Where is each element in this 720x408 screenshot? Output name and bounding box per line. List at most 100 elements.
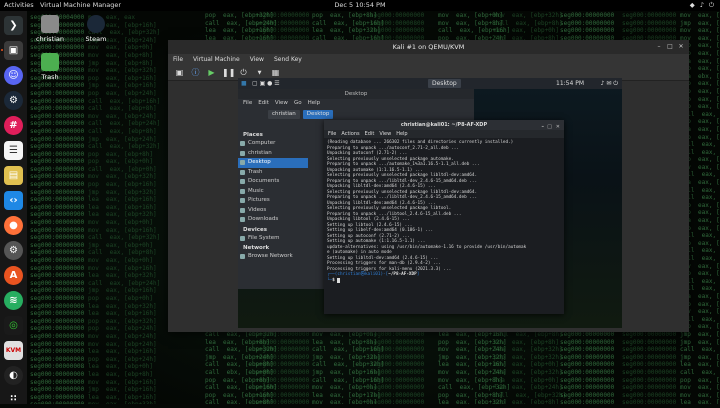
menu-view[interactable]: View [250,54,264,65]
menu-file[interactable]: File [173,54,183,65]
prompt-input-line[interactable]: └─$ [327,277,561,284]
snapshot-icon[interactable]: ▦ [270,68,281,78]
home-folder-desktop-icon[interactable]: christian [30,15,70,43]
radio-icon[interactable]: ◎ [4,316,23,335]
fm-pathbar: christian Desktop [238,108,474,120]
folder-icon [240,217,245,222]
app-menu[interactable]: Virtual Machine Manager [40,0,121,11]
term-menu-view[interactable]: View [379,130,391,138]
sidebar-item-label: Downloads [248,216,279,222]
path-crumb-christian[interactable]: christian [268,109,300,119]
path-crumb-desktop[interactable]: Desktop [302,109,334,119]
sidebar-item-documents[interactable]: Documents [238,177,308,187]
window-title: Kali #1 on QEMU/KVM [392,43,465,51]
slack-icon[interactable]: # [4,116,23,135]
sidebar-item-videos[interactable]: Videos [238,206,308,216]
folder-icon [240,188,245,194]
trash-icon [41,53,59,71]
system-tray[interactable]: ◆ ♪ ⏻ [690,0,714,11]
term-menu-file[interactable]: File [328,130,336,138]
shutdown-menu-icon[interactable]: ▼ [254,68,265,78]
firefox-icon[interactable]: ● [4,216,23,235]
devices-heading: Devices [243,226,268,233]
network-icon [240,254,245,259]
sidebar-item-label: Computer [248,140,276,146]
volume-icon: ♪ [699,1,704,9]
shutdown-icon[interactable]: ⏻ [238,68,249,78]
kali-menu-icon[interactable]: ■ [241,78,247,89]
sidebar-item-label: Pictures [248,197,270,203]
discord-icon[interactable]: ☺ [4,66,23,85]
show-apps-icon[interactable]: ∷ [4,389,23,408]
panel-launchers[interactable]: ▢ ▣ ● ☰ [252,78,280,89]
pause-icon[interactable]: ❚❚ [222,68,235,78]
prompt-user: christian㉿kali01 [337,272,381,277]
activities-button[interactable]: Activities [4,0,34,11]
places-heading: Places [243,132,263,138]
settings-icon[interactable]: ⚙ [4,241,23,260]
fm-menu-help[interactable]: Help [308,99,321,108]
sidebar-item-computer[interactable]: Computer [238,139,308,149]
steam-desktop-icon[interactable]: Steam [76,15,116,43]
fm-sidebar: Places Computer christian Desktop Trash … [238,130,308,262]
terminal-titlebar[interactable]: christian@kali01: ~/P8-AF-XDP – □ ✕ [324,120,564,130]
sidebar-item-downloads[interactable]: Downloads [238,215,308,225]
folder-icon [240,207,245,213]
sidebar-item-filesystem[interactable]: File System [238,234,308,244]
virt-manager-window: Kali #1 on QEMU/KVM – □ ✕ File Virtual M… [168,40,689,332]
console-icon[interactable]: ▣ [174,68,185,78]
files-icon[interactable]: ☰ [4,141,23,160]
sidebar-item-trash[interactable]: Trash [238,168,308,178]
clock[interactable]: Dec 5 10:54 PM [330,0,390,11]
minimize-icon[interactable]: – [655,43,663,51]
folder-icon [240,198,245,203]
sidebar-item-label: christian [248,149,272,156]
folder-icon [240,179,245,184]
fm-menu-file[interactable]: File [243,99,252,108]
maximize-icon[interactable]: □ [666,43,674,51]
minimize-icon[interactable]: – [542,122,545,132]
drive-icon [240,235,245,241]
run-icon[interactable]: ▶ [206,68,217,78]
close-icon[interactable]: ✕ [677,43,685,51]
top-bar: Activities Virtual Machine Manager Dec 5… [0,0,720,11]
window-titlebar[interactable]: Kali #1 on QEMU/KVM – □ ✕ [168,40,689,54]
obs-icon[interactable]: ◐ [4,366,23,385]
fm-menu-go[interactable]: Go [294,99,302,108]
term-menu-help[interactable]: Help [396,130,407,138]
sidebar-item-home[interactable]: christian [238,149,308,159]
terminal-window[interactable]: christian@kali01: ~/P8-AF-XDP – □ ✕ File… [324,120,564,314]
network-heading: Network [243,245,270,251]
terminal-menubar: File Actions Edit View Help [324,130,564,138]
sidebar-item-label: Videos [248,206,267,213]
sidebar-item-desktop[interactable]: Desktop [238,158,308,168]
close-icon[interactable]: ✕ [556,122,560,132]
kvm-icon[interactable]: KVM [4,341,23,360]
vscode-icon[interactable]: ‹› [4,191,23,210]
trash-desktop-icon[interactable]: Trash [30,53,70,81]
sidebar-item-pictures[interactable]: Pictures [238,196,308,206]
home-icon [240,150,245,156]
sidebar-item-music[interactable]: Music [238,187,308,197]
desktop-task-button[interactable]: Desktop [428,79,461,88]
terminal-output[interactable]: (Reading database ... 266302 files and d… [324,138,564,285]
software-icon[interactable]: A [4,266,23,285]
details-icon[interactable]: ⓘ [190,68,201,78]
fm-title: Desktop [238,89,474,99]
fm-menu-edit[interactable]: Edit [258,99,269,108]
notes-icon[interactable]: ▤ [4,166,23,185]
sidebar-item-browse-network[interactable]: Browse Network [238,252,308,262]
menu-send-key[interactable]: Send Key [274,54,302,65]
menu-virtual-machine[interactable]: Virtual Machine [193,54,240,65]
sidebar-item-label: Browse Network [248,253,293,259]
term-menu-actions[interactable]: Actions [341,130,359,138]
virt-manager-dock-icon[interactable]: ▣ [4,41,23,60]
fm-menu-view[interactable]: View [275,99,288,108]
kali-tray-icons[interactable]: ♪ ✉ ⏻ [601,78,618,89]
term-menu-edit[interactable]: Edit [365,130,375,138]
terminal-dock-icon[interactable]: ❯ [4,16,23,35]
spotify-icon[interactable]: ≋ [4,291,23,310]
steam-icon[interactable]: ⚙ [4,91,23,110]
guest-display[interactable]: ■ ▢ ▣ ● ☰ Desktop 11:54 PM ♪ ✉ ⏻ Desktop… [238,78,622,328]
maximize-icon[interactable]: □ [547,122,552,132]
